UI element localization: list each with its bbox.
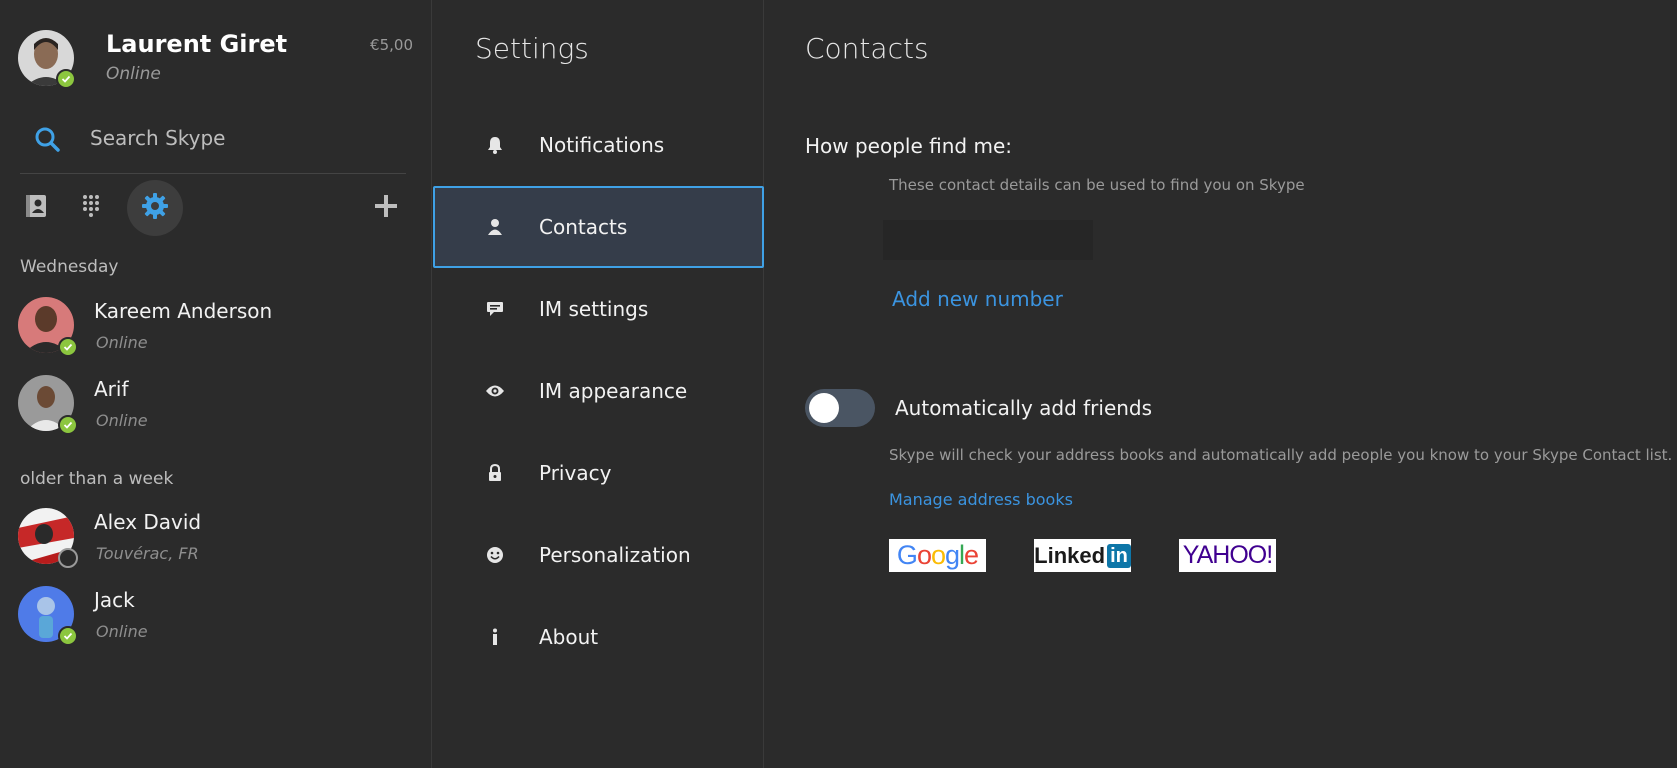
- eye-icon: [483, 384, 507, 398]
- contact-item-kareem-anderson[interactable]: Kareem Anderson Online: [18, 297, 418, 359]
- menu-item-about[interactable]: About: [433, 596, 764, 678]
- manage-address-books-link[interactable]: Manage address books: [889, 490, 1073, 509]
- online-status-icon: [58, 337, 78, 357]
- online-status-icon: [56, 69, 76, 89]
- settings-menu: Settings Notifications Contacts IM setti…: [433, 0, 764, 768]
- yahoo-logo-button[interactable]: YAHOO!: [1179, 539, 1276, 572]
- dialpad-button[interactable]: [63, 180, 119, 236]
- offline-status-icon: [58, 548, 78, 568]
- menu-label: IM settings: [539, 297, 649, 321]
- lock-icon: [483, 464, 507, 482]
- contact-status: Online: [96, 411, 148, 430]
- contact-name: Kareem Anderson: [94, 299, 273, 323]
- find-me-heading: How people find me:: [805, 134, 1012, 158]
- menu-item-contacts[interactable]: Contacts: [433, 186, 764, 268]
- contact-status: Online: [96, 333, 148, 352]
- add-new-number-link[interactable]: Add new number: [892, 287, 1063, 311]
- toggle-knob: [809, 393, 839, 423]
- menu-item-im-settings[interactable]: IM settings: [433, 268, 764, 350]
- menu-label: Personalization: [539, 543, 691, 567]
- profile-status: Online: [106, 64, 161, 84]
- settings-gear-icon: [141, 192, 169, 224]
- contact-item-arif[interactable]: Arif Online: [18, 375, 418, 437]
- find-me-description: These contact details can be used to fin…: [889, 176, 1305, 194]
- linkedin-logo-button[interactable]: Linked in: [1034, 539, 1131, 572]
- plus-icon: [374, 194, 398, 222]
- search-icon[interactable]: [34, 126, 60, 156]
- chat-bubble-icon: [483, 300, 507, 318]
- auto-add-friends-toggle[interactable]: [805, 389, 875, 427]
- search-input[interactable]: [90, 122, 390, 154]
- contact-name: Jack: [94, 588, 135, 612]
- skype-credit[interactable]: €5,00: [370, 36, 413, 54]
- auto-add-friends-label: Automatically add friends: [895, 396, 1153, 420]
- google-logo: Google: [896, 540, 979, 570]
- menu-label: Notifications: [539, 133, 665, 157]
- person-icon: [483, 218, 507, 236]
- menu-item-notifications[interactable]: Notifications: [433, 104, 764, 186]
- menu-item-privacy[interactable]: Privacy: [433, 432, 764, 514]
- google-logo-button[interactable]: Google: [889, 539, 986, 572]
- auto-add-description: Skype will check your address books and …: [889, 446, 1673, 464]
- contact-name: Arif: [94, 377, 129, 401]
- section-heading: Wednesday: [20, 257, 119, 277]
- linkedin-logo: Linked in: [1034, 543, 1131, 569]
- online-status-icon: [58, 626, 78, 646]
- contacts-settings-panel: Contacts How people find me: These conta…: [765, 0, 1677, 768]
- contacts-book-icon: [25, 194, 47, 222]
- online-status-icon: [58, 415, 78, 435]
- contacts-book-button[interactable]: [8, 180, 64, 236]
- contact-name: Alex David: [94, 510, 202, 534]
- contact-status: Online: [96, 622, 148, 641]
- menu-item-personalization[interactable]: Personalization: [433, 514, 764, 596]
- contact-number-field[interactable]: [883, 220, 1093, 260]
- yahoo-logo: YAHOO!: [1182, 541, 1273, 569]
- contact-status: Touvérac, FR: [96, 544, 199, 563]
- contact-item-jack[interactable]: Jack Online: [18, 586, 418, 648]
- settings-title: Settings: [475, 32, 589, 65]
- smiley-icon: [483, 546, 507, 564]
- info-icon: [483, 628, 507, 646]
- menu-label: IM appearance: [539, 379, 688, 403]
- contact-item-alex-david[interactable]: Alex David Touvérac, FR: [18, 508, 418, 570]
- bell-icon: [483, 136, 507, 154]
- menu-label: About: [539, 625, 599, 649]
- menu-label: Contacts: [539, 215, 628, 239]
- sidebar-toolbar: [18, 180, 410, 236]
- user-profile[interactable]: Laurent Giret Online €5,00: [18, 30, 418, 90]
- profile-name: Laurent Giret: [106, 30, 288, 58]
- left-sidebar: Laurent Giret Online €5,00 Search Skype …: [0, 0, 432, 768]
- add-button[interactable]: [358, 180, 414, 236]
- page-title: Contacts: [805, 32, 929, 65]
- search-bar[interactable]: [20, 118, 406, 174]
- settings-button[interactable]: [127, 180, 183, 236]
- section-heading: older than a week: [20, 469, 174, 489]
- dialpad-icon: [81, 194, 101, 222]
- menu-label: Privacy: [539, 461, 612, 485]
- menu-item-im-appearance[interactable]: IM appearance: [433, 350, 764, 432]
